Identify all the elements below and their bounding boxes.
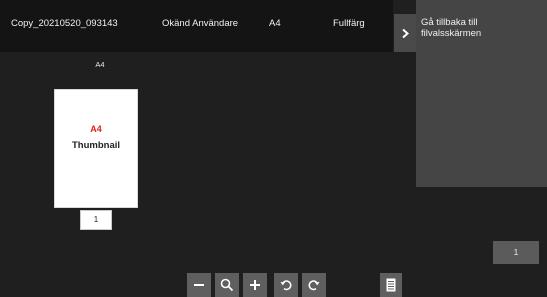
user-name: Okänd Användare [162, 18, 239, 29]
page-count-button[interactable]: 1 [493, 241, 539, 264]
back-to-file-selection-button[interactable] [394, 14, 416, 52]
rotate-right-button[interactable] [302, 273, 326, 297]
back-to-file-selection-label[interactable]: Gå tillbaka till filvalsskärmen [421, 17, 531, 39]
search-icon [220, 278, 234, 292]
zoom-in-button[interactable] [243, 273, 267, 297]
zoom-out-button[interactable] [187, 273, 211, 297]
color-mode: Fullfärg [333, 18, 365, 29]
thumbnail-size-text: A4 [90, 124, 102, 134]
chevron-right-icon [401, 28, 409, 38]
preview-paper-label: A4 [95, 60, 105, 69]
thumbnail-text: Thumbnail [71, 140, 121, 151]
page-thumbnail[interactable]: A4 Thumbnail [55, 90, 137, 207]
page-list-icon [386, 278, 396, 292]
rotate-left-button[interactable] [274, 273, 298, 297]
file-name: Copy_20210520_093143 [11, 18, 118, 29]
rotate-right-icon [308, 280, 320, 291]
zoom-fit-button[interactable] [215, 273, 239, 297]
page-number-box: 1 [80, 210, 112, 230]
paper-size: A4 [269, 18, 281, 29]
rotate-left-icon [280, 280, 292, 291]
zoom-in-icon [250, 280, 260, 290]
zoom-out-icon [194, 284, 204, 286]
page-list-button[interactable] [380, 273, 402, 297]
top-info-bar: Copy_20210520_093143 Okänd Användare A4 … [0, 0, 393, 52]
